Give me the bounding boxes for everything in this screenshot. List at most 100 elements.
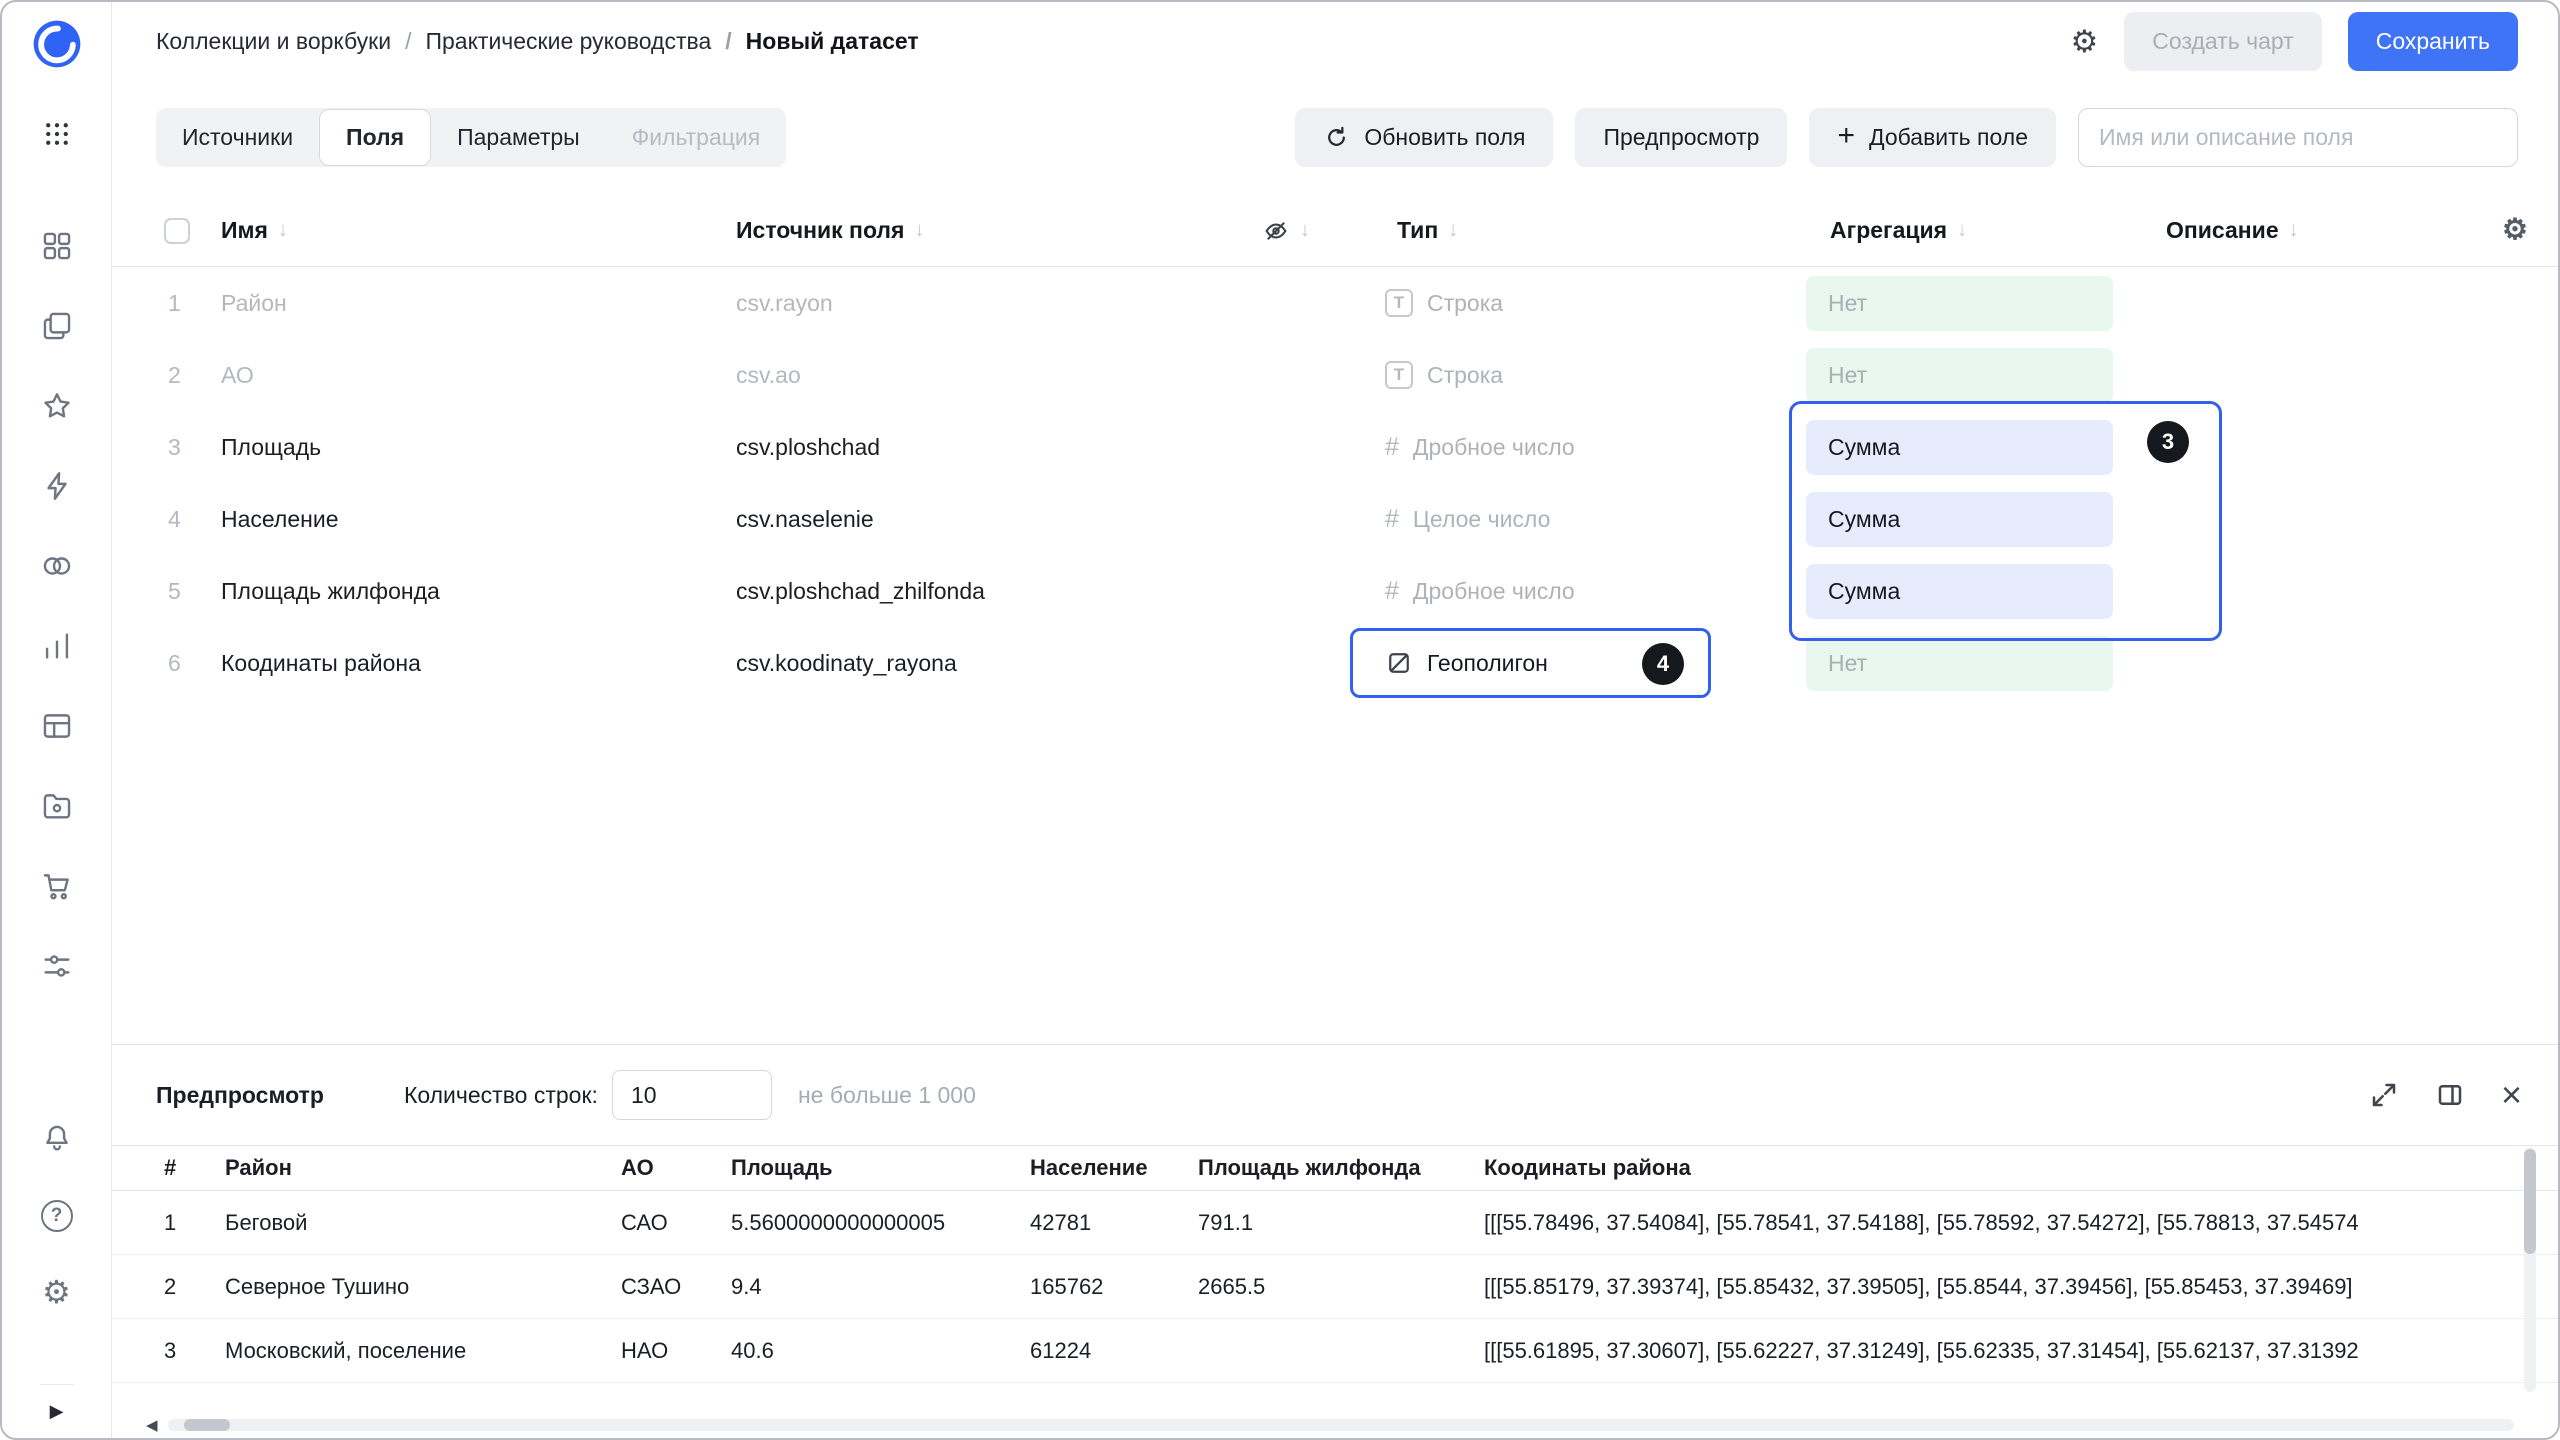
field-type-select[interactable]: T Строка <box>1381 289 1806 317</box>
breadcrumb-collections[interactable]: Коллекции и воркбуки <box>156 28 391 55</box>
cell: 61224 <box>1022 1338 1190 1364</box>
number-type-icon: # <box>1385 433 1399 462</box>
horizontal-scroll-thumb[interactable] <box>184 1419 230 1431</box>
field-type-select[interactable]: # Целое число <box>1381 505 1806 534</box>
aggregation-select[interactable]: Нет <box>1806 276 2113 331</box>
preview-col-koodinaty: Коодинаты района <box>1476 1155 2558 1181</box>
datalens-logo-icon[interactable] <box>29 16 85 72</box>
field-search-input[interactable] <box>2078 108 2518 167</box>
field-type-select[interactable]: Геополигон <box>1381 649 1806 677</box>
row-number: 4 <box>156 506 221 533</box>
dock-panel-icon[interactable] <box>2435 1080 2465 1110</box>
preview-row: 3 Московский, поселение НАО 40.6 61224 [… <box>112 1319 2558 1383</box>
sidebar-nav <box>40 229 74 983</box>
field-type-label: Целое число <box>1413 506 1551 533</box>
table-settings-gear-icon[interactable]: ⚙ <box>2502 216 2528 245</box>
sort-icon: ↓ <box>278 219 288 242</box>
tab-filtration[interactable]: Фильтрация <box>606 108 787 167</box>
field-source: csv.naselenie <box>736 506 1256 533</box>
help-icon[interactable]: ? <box>41 1200 73 1232</box>
vertical-scrollbar[interactable] <box>2524 1147 2536 1392</box>
workbooks-icon[interactable] <box>40 309 74 343</box>
expand-icon[interactable] <box>2369 1080 2399 1110</box>
column-header-aggregation[interactable]: Агрегация ↓ <box>1806 217 2126 244</box>
settings-gear-icon[interactable]: ⚙ <box>42 1276 71 1308</box>
preview-header: Предпросмотр Количество строк: не больше… <box>112 1045 2558 1145</box>
tab-fields[interactable]: Поля <box>319 109 431 166</box>
dataset-settings-gear-icon[interactable]: ⚙ <box>2071 26 2099 57</box>
cell: [[[55.61895, 37.30607], [55.62227, 37.31… <box>1476 1338 2558 1364</box>
sidebar-bottom: ? ⚙ ▶ <box>40 1122 74 1438</box>
close-icon[interactable]: × <box>2501 1077 2522 1113</box>
dashboards-icon[interactable] <box>40 229 74 263</box>
fields-table-header: Имя ↓ Источник поля ↓ ↓ Тип ↓ Агрегация … <box>112 195 2558 267</box>
charts-bars-icon[interactable] <box>40 629 74 663</box>
row-count-input[interactable] <box>612 1070 772 1120</box>
field-name: Население <box>221 506 736 533</box>
save-button[interactable]: Сохранить <box>2348 12 2518 71</box>
cell: Северное Тушино <box>217 1274 613 1300</box>
horizontal-scrollbar[interactable]: ◀ <box>112 1420 2558 1438</box>
preview-actions: × <box>2369 1077 2522 1113</box>
field-row[interactable]: 5 Площадь жилфонда csv.ploshchad_zhilfon… <box>112 555 2558 627</box>
apps-grid-icon[interactable] <box>42 119 72 149</box>
field-type-label: Геополигон <box>1427 650 1548 677</box>
notifications-bell-icon[interactable] <box>40 1122 74 1156</box>
preview-col-ao: АО <box>613 1155 723 1181</box>
preview-col-naselenie: Население <box>1022 1155 1190 1181</box>
tab-sources[interactable]: Источники <box>156 108 319 167</box>
field-type-label: Строка <box>1427 290 1503 317</box>
sort-icon: ↓ <box>914 219 924 242</box>
cell: 5.5600000000000005 <box>723 1210 1022 1236</box>
create-chart-button[interactable]: Создать чарт <box>2124 12 2321 71</box>
preview-row: 2 Северное Тушино СЗАО 9.4 165762 2665.5… <box>112 1255 2558 1319</box>
storage-folder-icon[interactable] <box>40 789 74 823</box>
column-header-visibility[interactable]: ↓ <box>1256 217 1381 245</box>
aggregation-select[interactable]: Сумма <box>1806 564 2113 619</box>
cell: НАО <box>613 1338 723 1364</box>
aggregation-select[interactable]: Сумма <box>1806 492 2113 547</box>
field-source: csv.ploshchad <box>736 434 1256 461</box>
horizontal-scroll-track[interactable] <box>168 1419 2514 1431</box>
field-row[interactable]: 6 Коодинаты района csv.koodinaty_rayona … <box>112 627 2558 699</box>
row-number: 5 <box>156 578 221 605</box>
field-row[interactable]: 4 Население csv.naselenie # Целое число … <box>112 483 2558 555</box>
aggregation-select[interactable]: Сумма <box>1806 420 2113 475</box>
field-type-select[interactable]: # Дробное число <box>1381 433 1806 462</box>
field-type-select[interactable]: T Строка <box>1381 361 1806 389</box>
select-all-checkbox[interactable] <box>164 218 190 244</box>
breadcrumb-guides[interactable]: Практические руководства <box>391 28 711 55</box>
column-header-description[interactable]: Описание ↓ <box>2126 217 2458 244</box>
fields-actions: Обновить поля Предпросмотр + Добавить по… <box>1295 108 2518 167</box>
preview-col-zhilfond: Площадь жилфонда <box>1190 1155 1476 1181</box>
services-sliders-icon[interactable] <box>40 949 74 983</box>
vertical-scroll-thumb[interactable] <box>2524 1149 2536 1254</box>
field-row[interactable]: 3 Площадь csv.ploshchad # Дробное число … <box>112 411 2558 483</box>
datasets-table-icon[interactable] <box>40 709 74 743</box>
scroll-left-arrow-icon[interactable]: ◀ <box>146 1416 158 1434</box>
connections-rings-icon[interactable] <box>40 549 74 583</box>
row-count-hint: не больше 1 000 <box>798 1082 976 1109</box>
editor-bolt-icon[interactable] <box>40 469 74 503</box>
field-row[interactable]: 1 Район csv.rayon T Строка Нет <box>112 267 2558 339</box>
refresh-fields-button[interactable]: Обновить поля <box>1295 108 1553 167</box>
column-header-type[interactable]: Тип ↓ <box>1381 217 1806 244</box>
preview-table-header: # Район АО Площадь Население Площадь жил… <box>112 1145 2558 1191</box>
sidebar-expand-arrow-icon[interactable]: ▶ <box>50 1401 64 1422</box>
marketplace-cart-icon[interactable] <box>40 869 74 903</box>
sidebar: ? ⚙ ▶ <box>2 2 112 1438</box>
cell: Беговой <box>217 1210 613 1236</box>
favorites-star-icon[interactable] <box>40 389 74 423</box>
field-row[interactable]: 2 АО csv.ao T Строка Нет <box>112 339 2558 411</box>
sort-icon: ↓ <box>1300 219 1310 242</box>
preview-toggle-button[interactable]: Предпросмотр <box>1575 108 1787 167</box>
column-header-source[interactable]: Источник поля ↓ <box>736 217 1256 244</box>
preview-panel: Предпросмотр Количество строк: не больше… <box>112 1044 2558 1438</box>
tab-parameters[interactable]: Параметры <box>431 108 606 167</box>
column-header-name[interactable]: Имя ↓ <box>221 217 736 244</box>
add-field-button[interactable]: + Добавить поле <box>1809 108 2056 167</box>
aggregation-select[interactable]: Нет <box>1806 348 2113 403</box>
aggregation-select[interactable]: Нет <box>1806 636 2113 691</box>
field-type-select[interactable]: # Дробное число <box>1381 577 1806 606</box>
field-source: csv.koodinaty_rayona <box>736 650 1256 677</box>
